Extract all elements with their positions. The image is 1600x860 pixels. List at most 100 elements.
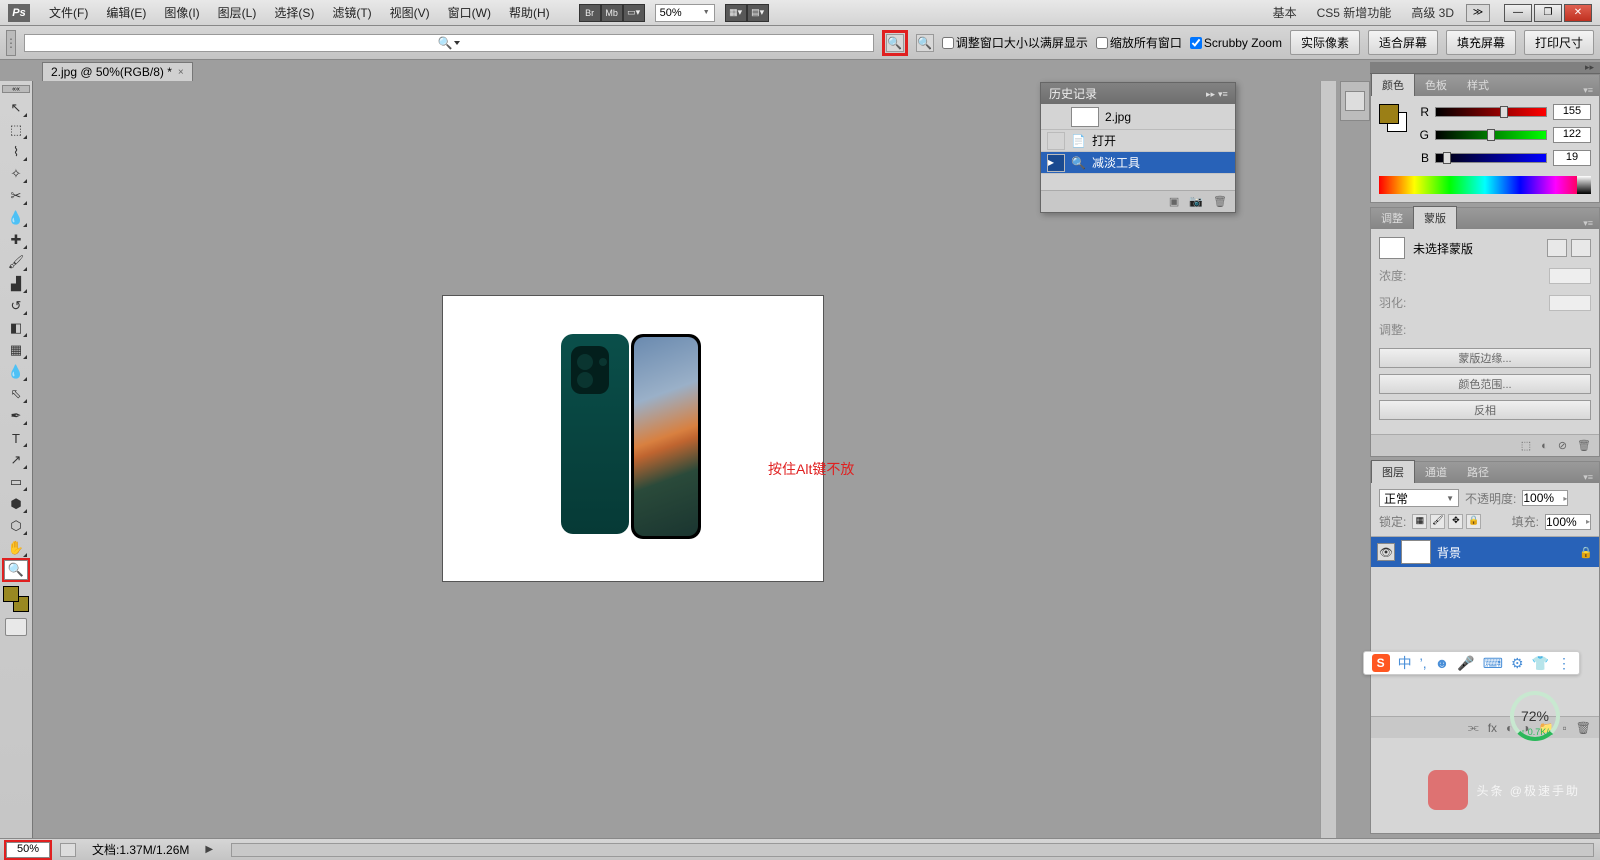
r-slider[interactable]: [1435, 107, 1547, 117]
mask-from-sel-icon[interactable]: ⬚: [1521, 439, 1531, 452]
document-canvas[interactable]: [443, 296, 823, 581]
ime-settings-icon[interactable]: ⚙: [1511, 655, 1524, 672]
lock-transparent-icon[interactable]: ▦: [1412, 514, 1427, 529]
workspace-cs5[interactable]: CS5 新增功能: [1309, 2, 1400, 23]
fill-screen-button[interactable]: 填充屏幕: [1446, 30, 1516, 55]
pixel-mask-button[interactable]: [1547, 239, 1567, 257]
canvas-area[interactable]: 按住Alt键不放: [33, 81, 1600, 838]
blend-mode-dropdown[interactable]: 正常: [1379, 489, 1459, 507]
history-snapshot[interactable]: 2.jpg: [1041, 104, 1235, 130]
current-tool-icon[interactable]: 🔍: [24, 34, 874, 52]
screen-mode-icon[interactable]: ▭▾: [623, 4, 645, 22]
minibridge-icon[interactable]: Mb: [601, 4, 623, 22]
options-grip[interactable]: ⋮: [6, 30, 16, 56]
document-tab[interactable]: 2.jpg @ 50%(RGB/8) * ×: [42, 62, 193, 81]
toolbox-collapse[interactable]: ««: [2, 85, 30, 93]
3d-camera-tool[interactable]: ⬡: [4, 516, 28, 536]
ime-voice-icon[interactable]: 🎤: [1457, 655, 1474, 672]
ime-punct[interactable]: ’,: [1420, 655, 1427, 671]
lock-image-icon[interactable]: 🖌: [1430, 514, 1445, 529]
status-menu-icon[interactable]: ▶: [205, 844, 213, 855]
history-item-dodge[interactable]: ▸🔍 减淡工具: [1041, 152, 1235, 174]
history-item-open[interactable]: 📄 打开: [1041, 130, 1235, 152]
history-brush-tool[interactable]: ↺: [4, 296, 28, 316]
zoom-all-checkbox[interactable]: 缩放所有窗口: [1096, 34, 1182, 51]
path-tool[interactable]: ↗: [4, 450, 28, 470]
status-preview-icon[interactable]: [60, 843, 76, 857]
g-slider[interactable]: [1435, 130, 1547, 140]
workspace-3d[interactable]: 高级 3D: [1403, 2, 1462, 23]
zoom-dropdown[interactable]: 50%: [655, 4, 715, 22]
maximize-button[interactable]: ❐: [1534, 4, 1562, 22]
fill-value[interactable]: 100%: [1545, 514, 1591, 530]
color-swatches[interactable]: [3, 586, 29, 612]
zoom-tool[interactable]: 🔍: [4, 560, 28, 580]
tab-color[interactable]: 颜色: [1371, 73, 1415, 96]
color-panel-menu-icon[interactable]: ▾≡: [1577, 85, 1599, 96]
new-snapshot-icon[interactable]: 📷: [1189, 195, 1203, 208]
disable-mask-icon[interactable]: ⊘: [1558, 439, 1567, 452]
eyedropper-tool[interactable]: 💧: [4, 208, 28, 228]
extras-icon[interactable]: ▤▾: [747, 4, 769, 22]
b-value[interactable]: 19: [1553, 150, 1591, 166]
panel-menu-icon[interactable]: ▾≡: [1218, 89, 1227, 98]
type-tool[interactable]: T: [4, 428, 28, 448]
tab-styles[interactable]: 样式: [1457, 74, 1499, 96]
eraser-tool[interactable]: ◧: [4, 318, 28, 338]
lock-position-icon[interactable]: ✥: [1448, 514, 1463, 529]
menu-window[interactable]: 窗口(W): [439, 1, 500, 24]
dodge-tool[interactable]: ⬁: [4, 384, 28, 404]
fit-screen-button[interactable]: 适合屏幕: [1368, 30, 1438, 55]
delete-state-icon[interactable]: 🗑: [1213, 195, 1227, 208]
crop-tool[interactable]: ✂: [4, 186, 28, 206]
g-value[interactable]: 122: [1553, 127, 1591, 143]
opacity-value[interactable]: 100%: [1522, 490, 1568, 506]
marquee-tool[interactable]: ⬚: [4, 120, 28, 140]
menu-select[interactable]: 选择(S): [265, 1, 323, 24]
visibility-icon[interactable]: 👁: [1377, 543, 1395, 561]
quickmask-button[interactable]: [5, 618, 27, 636]
ime-toolbar[interactable]: S 中 ’, ☻ 🎤 ⌨ ⚙ 👕 ⋮: [1363, 651, 1580, 675]
menu-help[interactable]: 帮助(H): [500, 1, 559, 24]
lasso-tool[interactable]: ⌇: [4, 142, 28, 162]
print-size-button[interactable]: 打印尺寸: [1524, 30, 1594, 55]
menu-file[interactable]: 文件(F): [40, 1, 97, 24]
brush-tool[interactable]: 🖌: [4, 252, 28, 272]
arrange-icon[interactable]: ▦▾: [725, 4, 747, 22]
pen-tool[interactable]: ✒: [4, 406, 28, 426]
b-slider[interactable]: [1435, 153, 1547, 163]
resize-window-checkbox[interactable]: 调整窗口大小以满屏显示: [942, 34, 1088, 51]
layer-background[interactable]: 👁 背景 🔒: [1371, 537, 1599, 567]
ime-more-icon[interactable]: ⋮: [1557, 655, 1571, 672]
status-doc-size[interactable]: 文档:1.37M/1.26M: [86, 841, 195, 858]
color-range-button[interactable]: 颜色范围...: [1379, 374, 1591, 394]
tab-layers[interactable]: 图层: [1371, 460, 1415, 483]
lock-all-icon[interactable]: 🔒: [1466, 514, 1481, 529]
actual-pixels-button[interactable]: 实际像素: [1290, 30, 1360, 55]
color-panel-swatches[interactable]: [1379, 104, 1407, 132]
tab-close-icon[interactable]: ×: [178, 67, 184, 78]
vertical-scrollbar[interactable]: [1320, 81, 1336, 838]
wand-tool[interactable]: ✧: [4, 164, 28, 184]
r-value[interactable]: 155: [1553, 104, 1591, 120]
menu-view[interactable]: 视图(V): [381, 1, 439, 24]
ime-logo-icon[interactable]: S: [1372, 654, 1390, 672]
delete-layer-icon[interactable]: 🗑: [1576, 721, 1591, 735]
shape-tool[interactable]: ▭: [4, 472, 28, 492]
gradient-tool[interactable]: ▦: [4, 340, 28, 360]
new-doc-from-state-icon[interactable]: ▣: [1169, 195, 1179, 208]
vector-mask-button[interactable]: [1571, 239, 1591, 257]
healing-tool[interactable]: ✚: [4, 230, 28, 250]
mask-panel-menu-icon[interactable]: ▾≡: [1577, 218, 1599, 229]
3d-tool[interactable]: ⬢: [4, 494, 28, 514]
ime-skin-icon[interactable]: 👕: [1532, 655, 1549, 672]
hand-tool[interactable]: ✋: [4, 538, 28, 558]
blur-tool[interactable]: 💧: [4, 362, 28, 382]
zoom-out-button[interactable]: 🔍: [916, 34, 934, 52]
collapsed-dock-icon[interactable]: [1340, 81, 1370, 121]
menu-layer[interactable]: 图层(L): [209, 1, 266, 24]
tab-adjust[interactable]: 调整: [1371, 207, 1413, 229]
apply-mask-icon[interactable]: ◐: [1541, 440, 1548, 452]
workspace-basic[interactable]: 基本: [1265, 2, 1305, 23]
color-spectrum[interactable]: [1379, 176, 1591, 194]
